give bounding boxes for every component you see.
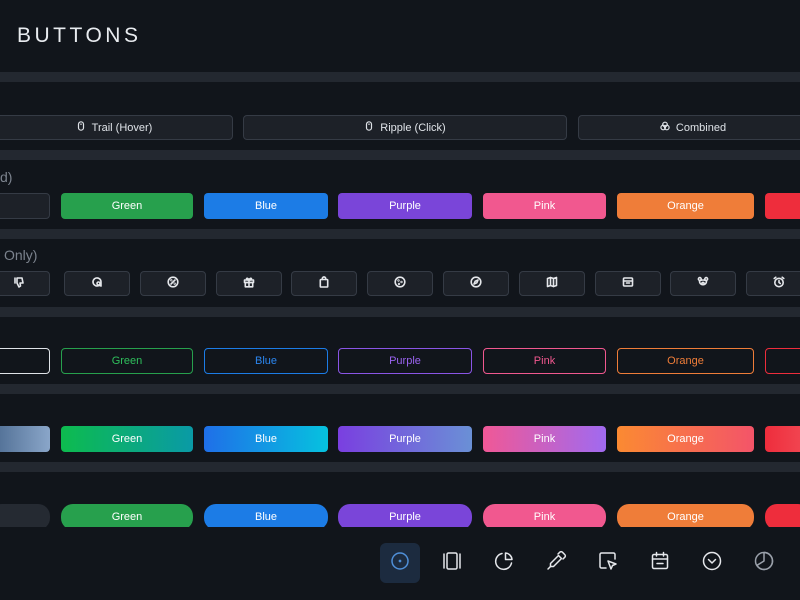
outline-button-red[interactable] [765,348,800,374]
mode-tab-label: Combined [675,121,727,134]
moon-half-icon [753,550,775,577]
dock-item-target[interactable] [380,543,420,583]
mode-tab-label: Trail (Hover) [91,121,153,134]
mouse-icon [76,121,86,134]
outline-button-orange[interactable]: Orange [617,348,754,374]
icon-button-shopping-bag[interactable] [291,271,357,296]
solid-button-neutral[interactable] [0,193,50,219]
gradient-button-green[interactable]: Green [61,426,193,452]
divider [0,307,800,317]
gradient-button-pink[interactable]: Pink [483,426,606,452]
dock-item-moon-half[interactable] [744,543,784,583]
bear-icon [697,275,709,293]
section-label-solid: d) [0,169,13,185]
icon-button-alarm-clock[interactable] [746,271,800,296]
shopping-bag-icon [318,275,330,293]
icon-button-map[interactable] [519,271,585,296]
icon-button-percent-badge[interactable] [140,271,206,296]
dock-item-pie-chart[interactable] [484,543,524,583]
divider [0,462,800,472]
outline-button-neutral[interactable] [0,348,50,374]
dock-item-chevron-circle[interactable] [692,543,732,583]
target-icon [389,550,411,577]
mouse-icon [364,121,374,134]
icon-button-compass[interactable] [443,271,509,296]
archive-box-icon [622,275,634,293]
solid-button-red[interactable] [765,193,800,219]
icon-button-archive-box[interactable] [595,271,661,296]
calendar-icon [649,550,671,577]
percent-badge-icon [167,275,179,293]
gradient-button-neutral[interactable] [0,426,50,452]
outline-button-purple[interactable]: Purple [338,348,472,374]
icon-button-thumbs-down[interactable] [0,271,50,296]
map-icon [546,275,558,293]
page-title: BUTTONS [17,24,142,47]
color-picker-icon [545,550,567,577]
dock-item-calendar[interactable] [640,543,680,583]
mode-tab-ripple[interactable]: Ripple (Click) [243,115,567,140]
icon-button-search-chat[interactable] [64,271,130,296]
cursor-select-icon [597,550,619,577]
chevron-circle-icon [701,550,723,577]
gradient-button-red[interactable] [765,426,800,452]
divider [0,384,800,394]
divider [0,72,800,82]
outline-button-pink[interactable]: Pink [483,348,606,374]
outline-button-green[interactable]: Green [61,348,193,374]
section-label-icon-only: Only) [4,247,38,263]
solid-button-purple[interactable]: Purple [338,193,472,219]
alarm-clock-icon [773,275,785,293]
mode-tab-label: Ripple (Click) [380,121,446,134]
search-chat-icon [91,275,103,293]
divider [0,150,800,160]
outline-button-blue[interactable]: Blue [204,348,328,374]
gradient-button-purple[interactable]: Purple [338,426,472,452]
solid-button-orange[interactable]: Orange [617,193,754,219]
icon-button-bear[interactable] [670,271,736,296]
compass-icon [470,275,482,293]
gift-icon [243,275,255,293]
mode-tab-trail[interactable]: Trail (Hover) [0,115,233,140]
mode-tab-combined[interactable]: Combined [578,115,800,140]
solid-button-blue[interactable]: Blue [204,193,328,219]
gradient-button-blue[interactable]: Blue [204,426,328,452]
dock-item-cursor-select[interactable] [588,543,628,583]
dock-item-color-picker[interactable] [536,543,576,583]
solid-button-pink[interactable]: Pink [483,193,606,219]
dock-item-columns[interactable] [432,543,472,583]
icon-button-cookie[interactable] [367,271,433,296]
divider [0,229,800,239]
gradient-button-orange[interactable]: Orange [617,426,754,452]
columns-icon [441,550,463,577]
pie-chart-icon [493,550,515,577]
cookie-icon [394,275,406,293]
icon-button-gift[interactable] [216,271,282,296]
thumbs-down-icon [13,275,25,293]
combined-icon [660,121,670,134]
solid-button-green[interactable]: Green [61,193,193,219]
